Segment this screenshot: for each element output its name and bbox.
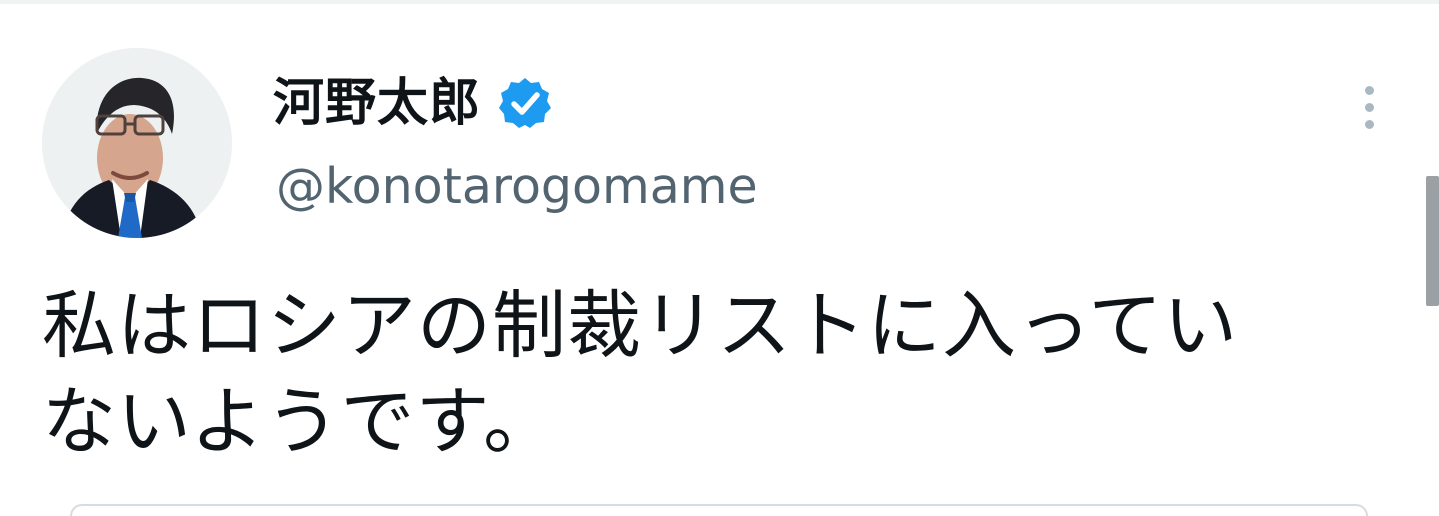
avatar[interactable]: [42, 48, 232, 238]
more-vertical-icon: [1364, 85, 1374, 95]
scrollbar-thumb[interactable]: [1426, 176, 1439, 306]
tweet[interactable]: 河野太郎 @konotarogomame 私はロシアの制裁リストに入ってい ない…: [0, 4, 1439, 516]
more-vertical-icon: [1364, 102, 1374, 112]
tweet-text: 私はロシアの制裁リストに入ってい ないようです。: [42, 283, 1239, 465]
more-options-button[interactable]: [1346, 78, 1392, 136]
profile-photo: [42, 48, 232, 238]
more-vertical-icon: [1364, 119, 1374, 129]
display-name[interactable]: 河野太郎: [273, 78, 481, 129]
verified-badge-icon: [497, 75, 553, 131]
username[interactable]: @konotarogomame: [276, 162, 758, 211]
author-name-row[interactable]: 河野太郎: [273, 70, 553, 136]
